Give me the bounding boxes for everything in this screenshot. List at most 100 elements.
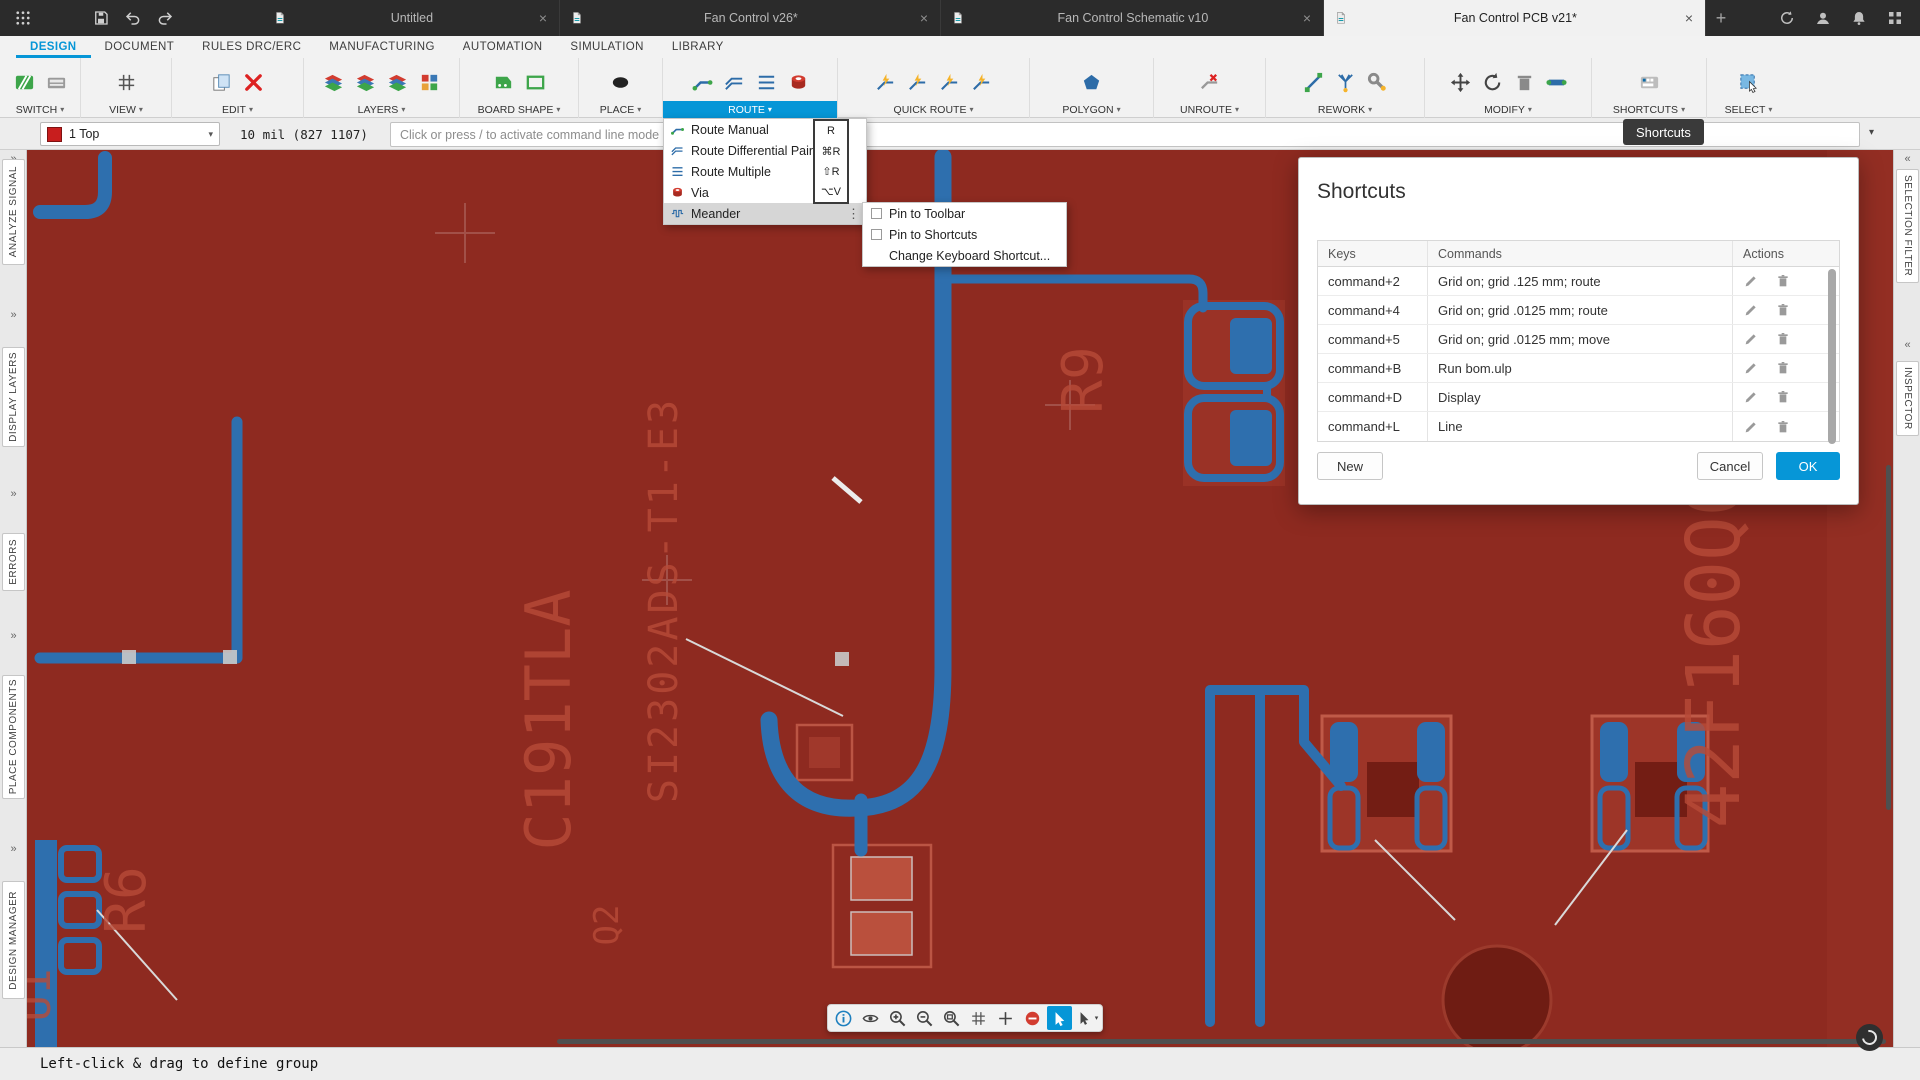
navigation-orbit-icon[interactable] — [1856, 1024, 1883, 1051]
panel-expand-icon[interactable]: » — [2, 628, 25, 644]
board-outline-icon[interactable] — [522, 69, 548, 95]
submenu-item-change-keyboard-shortcut[interactable]: Change Keyboard Shortcut... — [863, 245, 1066, 266]
rework-line-icon[interactable] — [1300, 69, 1326, 95]
document-tab[interactable]: Untitled × — [263, 0, 560, 36]
delete-icon[interactable] — [241, 69, 267, 95]
route-menu-button[interactable]: ROUTE▾ — [663, 101, 837, 118]
stop-icon[interactable] — [1020, 1006, 1045, 1030]
menu-rules-drc-erc[interactable]: RULES DRC/ERC — [188, 36, 315, 58]
close-icon[interactable]: × — [1301, 10, 1313, 26]
redo-icon[interactable] — [154, 7, 176, 29]
undo-icon[interactable] — [122, 7, 144, 29]
submenu-item-pin-to-toolbar[interactable]: Pin to Toolbar — [863, 203, 1066, 224]
select-menu-button[interactable]: SELECT▾ — [1707, 101, 1790, 118]
panel-tab-errors[interactable]: ERRORS — [2, 533, 25, 591]
more-options-icon[interactable]: ⋮ — [847, 206, 860, 222]
quick-route-icon[interactable] — [937, 69, 963, 95]
panel-tab-analyze-signal[interactable]: ANALYZE SIGNAL — [2, 159, 25, 265]
quick-route-menu-button[interactable]: QUICK ROUTE▾ — [838, 101, 1029, 118]
move-icon[interactable] — [1447, 69, 1473, 95]
ok-button[interactable]: OK — [1776, 452, 1840, 480]
edit-menu-button[interactable]: EDIT▾ — [172, 101, 303, 118]
delete-trash-icon[interactable] — [1775, 331, 1791, 347]
shortcuts-keyboard-icon[interactable] — [1636, 69, 1662, 95]
align-icon[interactable] — [1543, 69, 1569, 95]
quick-route-icon[interactable] — [873, 69, 899, 95]
layer-select-dropdown[interactable]: 1 Top ▾ — [40, 122, 220, 146]
close-icon[interactable]: × — [918, 10, 930, 26]
panel-tab-selection-filter[interactable]: SELECTION FILTER — [1896, 169, 1919, 283]
route-differential-icon[interactable] — [721, 69, 747, 95]
quick-route-icon[interactable] — [905, 69, 931, 95]
shortcuts-menu-button[interactable]: SHORTCUTS▾ — [1592, 101, 1706, 118]
document-tab-active[interactable]: Fan Control PCB v21* × — [1324, 0, 1706, 36]
quick-route-icon[interactable] — [969, 69, 995, 95]
polygon-icon[interactable] — [1079, 69, 1105, 95]
checkbox[interactable] — [871, 229, 882, 240]
info-icon[interactable] — [831, 1006, 856, 1030]
board-shape-menu-button[interactable]: BOARD SHAPE▾ — [460, 101, 578, 118]
delete-trash-icon[interactable] — [1775, 273, 1791, 289]
switch-menu-button[interactable]: SWITCH▾ — [0, 101, 80, 118]
edit-pencil-icon[interactable] — [1743, 273, 1759, 289]
sync-icon[interactable] — [1776, 7, 1798, 29]
route-manual-icon[interactable] — [689, 69, 715, 95]
rotate-icon[interactable] — [1479, 69, 1505, 95]
panel-expand-icon[interactable]: « — [1896, 151, 1919, 167]
checkbox[interactable] — [871, 208, 882, 219]
select-icon[interactable] — [1736, 69, 1762, 95]
switch-icon[interactable] — [11, 69, 37, 95]
layer-stack-icon[interactable] — [321, 69, 347, 95]
board-shape-icon[interactable] — [490, 69, 516, 95]
zoom-out-icon[interactable] — [912, 1006, 937, 1030]
edit-pencil-icon[interactable] — [1743, 419, 1759, 435]
cancel-button[interactable]: Cancel — [1697, 452, 1763, 480]
panel-expand-icon[interactable]: « — [1896, 337, 1919, 353]
fanout-icon[interactable] — [1332, 69, 1358, 95]
layer-stack-icon[interactable] — [385, 69, 411, 95]
modify-menu-button[interactable]: MODIFY▾ — [1425, 101, 1591, 118]
panel-expand-icon[interactable]: » — [2, 307, 25, 323]
visibility-eye-icon[interactable] — [858, 1006, 883, 1030]
menu-manufacturing[interactable]: MANUFACTURING — [315, 36, 449, 58]
via-icon[interactable] — [785, 69, 811, 95]
menu-simulation[interactable]: SIMULATION — [556, 36, 657, 58]
horizontal-scrollbar[interactable] — [557, 1039, 1886, 1044]
delete-trash-icon[interactable] — [1775, 360, 1791, 376]
rework-menu-button[interactable]: REWORK▾ — [1266, 101, 1424, 118]
polygon-menu-button[interactable]: POLYGON▾ — [1030, 101, 1153, 118]
copy-icon[interactable] — [209, 69, 235, 95]
notifications-bell-icon[interactable] — [1848, 7, 1870, 29]
group-select-icon[interactable]: ▾ — [1074, 1006, 1099, 1030]
new-tab-button[interactable]: + — [1706, 0, 1736, 36]
new-button[interactable]: New — [1317, 452, 1383, 480]
document-tab[interactable]: Fan Control v26* × — [560, 0, 941, 36]
app-grid-icon[interactable] — [12, 7, 34, 29]
panel-tab-display-layers[interactable]: DISPLAY LAYERS — [2, 347, 25, 447]
trash-icon[interactable] — [1511, 69, 1537, 95]
edit-pencil-icon[interactable] — [1743, 302, 1759, 318]
document-tab[interactable]: Fan Control Schematic v10 × — [941, 0, 1324, 36]
save-icon[interactable] — [90, 7, 112, 29]
account-icon[interactable] — [1812, 7, 1834, 29]
layers-menu-button[interactable]: LAYERS▾ — [304, 101, 459, 118]
edit-pencil-icon[interactable] — [1743, 331, 1759, 347]
panel-tab-place-components[interactable]: PLACE COMPONENTS — [2, 675, 25, 799]
unroute-icon[interactable] — [1197, 69, 1223, 95]
route-multiple-icon[interactable] — [753, 69, 779, 95]
panel-expand-icon[interactable]: » — [2, 486, 25, 502]
keyboard-icon[interactable] — [43, 69, 69, 95]
menu-automation[interactable]: AUTOMATION — [449, 36, 557, 58]
edit-pencil-icon[interactable] — [1743, 360, 1759, 376]
edit-pencil-icon[interactable] — [1743, 389, 1759, 405]
menu-design[interactable]: DESIGN — [16, 36, 91, 58]
menu-library[interactable]: LIBRARY — [658, 36, 738, 58]
delete-trash-icon[interactable] — [1775, 389, 1791, 405]
grid-icon[interactable] — [113, 69, 139, 95]
zoom-in-icon[interactable] — [885, 1006, 910, 1030]
crosshair-icon[interactable] — [993, 1006, 1018, 1030]
menu-document[interactable]: DOCUMENT — [91, 36, 189, 58]
vertical-scrollbar[interactable] — [1886, 465, 1891, 810]
close-icon[interactable]: × — [1683, 10, 1695, 26]
menu-item-meander[interactable]: Meander ⋮ — [664, 203, 866, 224]
